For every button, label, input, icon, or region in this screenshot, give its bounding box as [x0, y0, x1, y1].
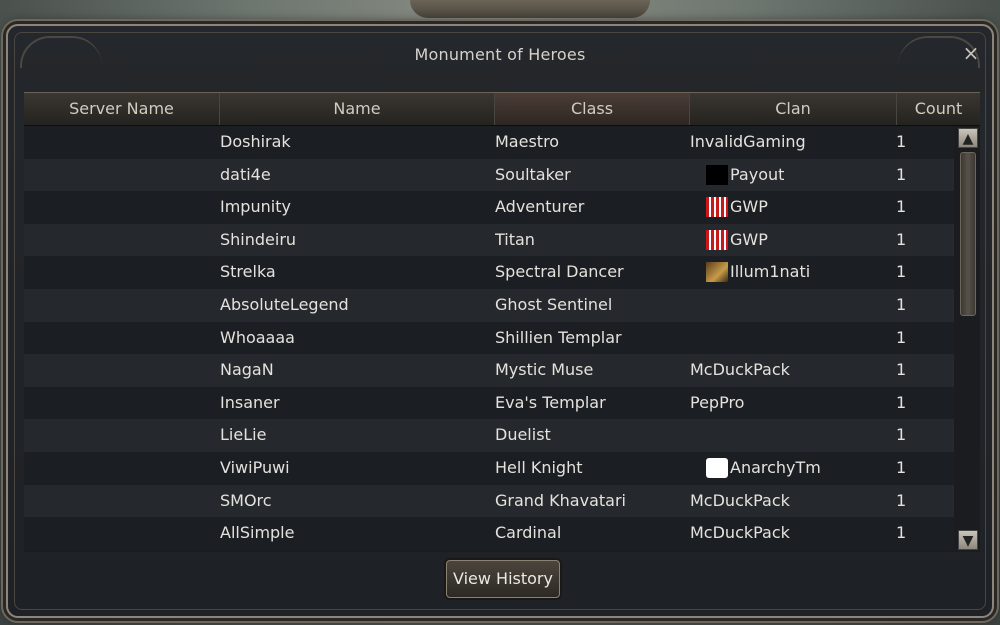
table-body: Doshirak Maestro InvalidGaming 1 dati4e Soult…: [24, 126, 954, 550]
clan-name: GWP: [730, 229, 768, 249]
hero-class: Mystic Muse: [495, 360, 594, 380]
hero-count: 1: [896, 425, 907, 445]
table-row[interactable]: Impunity Adventurer GWP 1: [24, 191, 954, 224]
clan-crest-icon: [706, 229, 728, 250]
hero-count: 1: [896, 294, 907, 314]
hero-name: dati4e: [220, 164, 271, 184]
view-history-button[interactable]: View History: [446, 560, 560, 598]
hero-count: 1: [896, 164, 907, 184]
clan-cell: [690, 322, 900, 354]
clan-cell: InvalidGaming: [690, 126, 900, 158]
hero-class: Soultaker: [495, 164, 571, 184]
hero-class: Cardinal: [495, 523, 562, 543]
window-title-bar[interactable]: Monument of Heroes ×: [8, 26, 992, 82]
clan-crest-icon: [706, 457, 728, 478]
scroll-up-icon[interactable]: ▲: [958, 128, 978, 148]
monument-of-heroes-window: Monument of Heroes × Server Name Name Cl…: [6, 24, 994, 618]
table-row[interactable]: Doshirak Maestro InvalidGaming 1: [24, 126, 954, 159]
hero-count: 1: [896, 523, 907, 543]
table-row[interactable]: SMOrc Grand Khavatari McDuckPack 1: [24, 484, 954, 518]
hero-name: Doshirak: [220, 132, 291, 151]
hero-name: SMOrc: [220, 490, 272, 510]
hero-count: 1: [896, 392, 907, 412]
clan-cell: [690, 289, 900, 321]
header-name[interactable]: Name: [220, 93, 495, 125]
table-row[interactable]: AbsoluteLegend Ghost Sentinel 1: [24, 288, 954, 322]
hero-count: 1: [896, 457, 907, 477]
clan-name: AnarchyTm: [730, 457, 821, 477]
hero-count: 1: [896, 229, 907, 249]
hero-name: AbsoluteLegend: [220, 294, 349, 314]
clan-cell: McDuckPack: [690, 517, 900, 549]
hero-count: 1: [896, 327, 907, 347]
hero-name: ViwiPuwi: [220, 457, 290, 477]
clan-cell: AnarchyTm: [690, 452, 900, 484]
hero-class: Grand Khavatari: [495, 490, 626, 510]
table-row[interactable]: ViwiPuwi Hell Knight AnarchyTm 1: [24, 451, 954, 485]
hero-class: Eva's Templar: [495, 392, 606, 412]
hero-count: 1: [896, 132, 907, 151]
table-row[interactable]: dati4e Soultaker Payout 1: [24, 158, 954, 192]
clan-name: Payout: [730, 164, 785, 184]
table-row[interactable]: Shindeiru Titan GWP 1: [24, 223, 954, 257]
hero-count: 1: [896, 197, 907, 217]
heroes-table: Server Name Name Class Clan Count Doshir…: [24, 92, 980, 552]
clan-crest-icon: [706, 197, 728, 218]
scrollbar[interactable]: ▲ ▼: [956, 126, 980, 552]
hero-class: Duelist: [495, 425, 551, 445]
clan-cell: McDuckPack: [690, 485, 900, 517]
clan-cell: GWP: [690, 191, 900, 223]
world-ornament: [410, 0, 650, 18]
table-row[interactable]: Strelka Spectral Dancer Illum1nati 1: [24, 256, 954, 289]
table-row[interactable]: Insaner Eva's Templar PepPro 1: [24, 386, 954, 420]
hero-count: 1: [896, 360, 907, 380]
hero-name: Shindeiru: [220, 229, 297, 249]
scroll-down-icon[interactable]: ▼: [958, 530, 978, 550]
hero-class: Spectral Dancer: [495, 262, 624, 282]
header-server-name[interactable]: Server Name: [24, 93, 220, 125]
clan-cell: McDuckPack: [690, 354, 900, 386]
clan-crest-icon: [706, 262, 728, 283]
hero-class: Ghost Sentinel: [495, 294, 613, 314]
hero-name: Strelka: [220, 262, 276, 282]
table-row[interactable]: LieLie Duelist 1: [24, 419, 954, 452]
clan-cell: Payout: [690, 159, 900, 191]
clan-name: GWP: [730, 197, 768, 217]
hero-count: 1: [896, 262, 907, 282]
hero-name: Whoaaaa: [220, 327, 295, 347]
scroll-thumb[interactable]: [960, 152, 976, 316]
clan-cell: PepPro: [690, 387, 900, 419]
clan-crest-icon: [706, 164, 728, 185]
clan-name: McDuckPack: [690, 490, 790, 510]
clan-name: Illum1nati: [730, 262, 811, 282]
clan-cell: Illum1nati: [690, 256, 900, 288]
clan-name: McDuckPack: [690, 523, 790, 543]
hero-class: Maestro: [495, 132, 560, 151]
header-count[interactable]: Count: [897, 93, 980, 125]
table-row[interactable]: Whoaaaa Shillien Templar 1: [24, 321, 954, 355]
hero-name: AllSimple: [220, 523, 295, 543]
table-row[interactable]: NagaN Mystic Muse McDuckPack 1: [24, 354, 954, 387]
table-header: Server Name Name Class Clan Count: [24, 92, 980, 126]
header-clan[interactable]: Clan: [690, 93, 897, 125]
hero-name: LieLie: [220, 425, 267, 445]
hero-name: NagaN: [220, 360, 274, 380]
hero-class: Shillien Templar: [495, 327, 622, 347]
table-row[interactable]: AllSimple Cardinal McDuckPack 1: [24, 517, 954, 550]
window-title: Monument of Heroes: [414, 45, 586, 64]
clan-cell: [690, 419, 900, 451]
clan-cell: GWP: [690, 224, 900, 256]
close-icon[interactable]: ×: [960, 42, 982, 64]
hero-class: Titan: [495, 229, 535, 249]
hero-class: Hell Knight: [495, 457, 583, 477]
clan-name: McDuckPack: [690, 360, 790, 380]
hero-name: Insaner: [220, 392, 280, 412]
clan-name: InvalidGaming: [690, 132, 806, 151]
header-class[interactable]: Class: [495, 93, 690, 125]
clan-name: PepPro: [690, 392, 745, 412]
hero-class: Adventurer: [495, 197, 585, 217]
hero-count: 1: [896, 490, 907, 510]
hero-name: Impunity: [220, 197, 291, 217]
